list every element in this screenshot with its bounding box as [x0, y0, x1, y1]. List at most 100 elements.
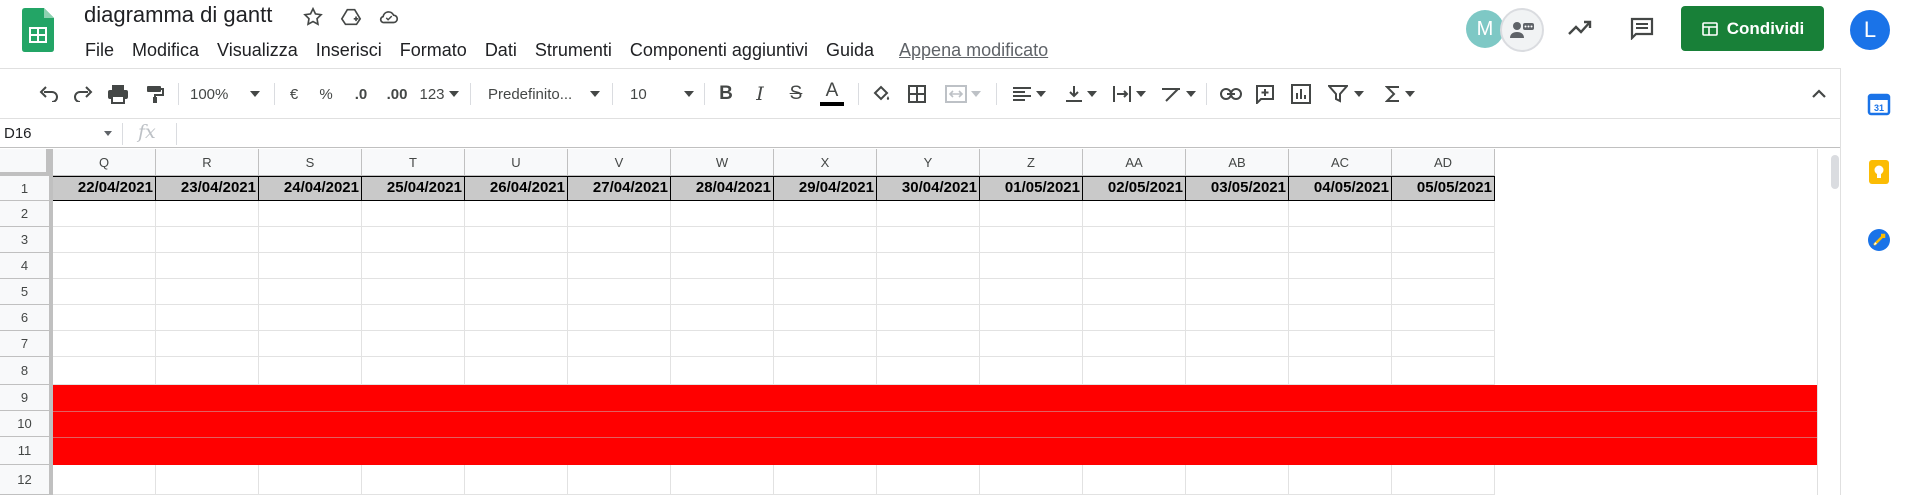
functions-select[interactable] — [1382, 80, 1418, 108]
date-cell-s1[interactable]: 24/04/2021 — [259, 176, 362, 201]
row-header-12[interactable]: 12 — [0, 465, 50, 495]
cell-s8[interactable] — [259, 357, 362, 385]
cell-ab12[interactable] — [1186, 465, 1289, 495]
star-icon[interactable] — [300, 4, 326, 30]
cloud-saved-icon[interactable] — [376, 4, 402, 30]
cell-x12[interactable] — [774, 465, 877, 495]
cell-s5[interactable] — [259, 279, 362, 305]
cell-ab4[interactable] — [1186, 253, 1289, 279]
row-header-6[interactable]: 6 — [0, 305, 50, 331]
row-header-3[interactable]: 3 — [0, 227, 50, 253]
row-header-2[interactable]: 2 — [0, 201, 50, 227]
column-header-u[interactable]: U — [465, 149, 568, 176]
cell-ad6[interactable] — [1392, 305, 1495, 331]
cell-ad12[interactable] — [1392, 465, 1495, 495]
column-header-s[interactable]: S — [259, 149, 362, 176]
column-header-v[interactable]: V — [568, 149, 671, 176]
cell-z12[interactable] — [980, 465, 1083, 495]
scrollbar-thumb[interactable] — [1831, 155, 1839, 189]
date-cell-r1[interactable]: 23/04/2021 — [156, 176, 259, 201]
cell-r2[interactable] — [156, 201, 259, 227]
cell-u12[interactable] — [465, 465, 568, 495]
cell-v7[interactable] — [568, 331, 671, 357]
cell-q8[interactable] — [53, 357, 156, 385]
cell-y7[interactable] — [877, 331, 980, 357]
cell-y6[interactable] — [877, 305, 980, 331]
column-header-z[interactable]: Z — [980, 149, 1083, 176]
cell-s4[interactable] — [259, 253, 362, 279]
chevron-down-icon[interactable] — [104, 131, 112, 136]
text-rotation-select[interactable] — [1158, 80, 1198, 108]
column-header-aa[interactable]: AA — [1083, 149, 1186, 176]
cell-ab8[interactable] — [1186, 357, 1289, 385]
cell-x7[interactable] — [774, 331, 877, 357]
cell-aa4[interactable] — [1083, 253, 1186, 279]
menu-file[interactable]: File — [76, 38, 123, 64]
cell-v4[interactable] — [568, 253, 671, 279]
cell-v6[interactable] — [568, 305, 671, 331]
row-header-1[interactable]: 1 — [0, 176, 50, 201]
cell-s2[interactable] — [259, 201, 362, 227]
date-cell-w1[interactable]: 28/04/2021 — [671, 176, 774, 201]
spreadsheet-grid[interactable]: Q R S T U V W X Y Z AA AB AC AD 1 2 3 4 5 6 7 8 9 10 11 12 22/04… — [0, 149, 1840, 495]
collaborator-avatar[interactable]: M — [1466, 10, 1504, 48]
cell-u6[interactable] — [465, 305, 568, 331]
comments-icon[interactable] — [1624, 10, 1660, 46]
cell-z2[interactable] — [980, 201, 1083, 227]
cell-s7[interactable] — [259, 331, 362, 357]
cell-r8[interactable] — [156, 357, 259, 385]
increase-decimal-button[interactable]: .00 — [382, 80, 412, 108]
zoom-select[interactable]: 100% — [190, 80, 264, 108]
column-header-w[interactable]: W — [671, 149, 774, 176]
date-cell-aa1[interactable]: 02/05/2021 — [1083, 176, 1186, 201]
row-header-5[interactable]: 5 — [0, 279, 50, 305]
menu-modifica[interactable]: Modifica — [123, 38, 208, 64]
cell-r12[interactable] — [156, 465, 259, 495]
cell-q3[interactable] — [53, 227, 156, 253]
menu-inserisci[interactable]: Inserisci — [307, 38, 391, 64]
cell-r3[interactable] — [156, 227, 259, 253]
cell-ad4[interactable] — [1392, 253, 1495, 279]
cell-x8[interactable] — [774, 357, 877, 385]
cell-aa3[interactable] — [1083, 227, 1186, 253]
filter-select[interactable] — [1324, 80, 1368, 108]
borders-icon[interactable] — [904, 80, 930, 108]
cell-q5[interactable] — [53, 279, 156, 305]
cell-aa6[interactable] — [1083, 305, 1186, 331]
cell-ac2[interactable] — [1289, 201, 1392, 227]
date-cell-z1[interactable]: 01/05/2021 — [980, 176, 1083, 201]
redo-icon[interactable] — [70, 80, 96, 108]
highlighted-rows-9-11[interactable] — [53, 385, 1817, 465]
cell-aa12[interactable] — [1083, 465, 1186, 495]
cell-ad3[interactable] — [1392, 227, 1495, 253]
cell-ac5[interactable] — [1289, 279, 1392, 305]
cell-w4[interactable] — [671, 253, 774, 279]
cell-y4[interactable] — [877, 253, 980, 279]
row-header-7[interactable]: 7 — [0, 331, 50, 357]
cell-y3[interactable] — [877, 227, 980, 253]
insert-comment-icon[interactable] — [1252, 80, 1278, 108]
cell-q4[interactable] — [53, 253, 156, 279]
cell-u7[interactable] — [465, 331, 568, 357]
activity-trend-icon[interactable] — [1562, 10, 1598, 46]
undo-icon[interactable] — [36, 80, 62, 108]
cell-u3[interactable] — [465, 227, 568, 253]
cell-t8[interactable] — [362, 357, 465, 385]
cell-ac12[interactable] — [1289, 465, 1392, 495]
row-header-9[interactable]: 9 — [0, 385, 50, 411]
date-cell-q1[interactable]: 22/04/2021 — [53, 176, 156, 201]
cell-v8[interactable] — [568, 357, 671, 385]
insert-chart-icon[interactable] — [1288, 80, 1314, 108]
paint-format-icon[interactable] — [142, 80, 168, 108]
vertical-align-select[interactable] — [1062, 80, 1100, 108]
cell-ac3[interactable] — [1289, 227, 1392, 253]
cell-ab2[interactable] — [1186, 201, 1289, 227]
cell-r6[interactable] — [156, 305, 259, 331]
cell-w8[interactable] — [671, 357, 774, 385]
cell-t12[interactable] — [362, 465, 465, 495]
cell-q2[interactable] — [53, 201, 156, 227]
date-cell-ab1[interactable]: 03/05/2021 — [1186, 176, 1289, 201]
date-cell-u1[interactable]: 26/04/2021 — [465, 176, 568, 201]
cell-u4[interactable] — [465, 253, 568, 279]
cell-y8[interactable] — [877, 357, 980, 385]
